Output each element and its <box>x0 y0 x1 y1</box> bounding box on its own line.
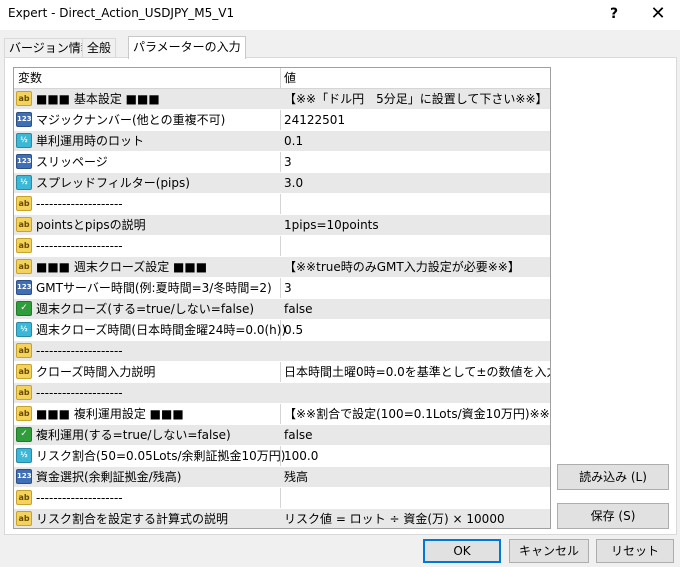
parameter-name: -------------------- <box>36 344 123 358</box>
save-button[interactable]: 保存 (S) <box>557 503 669 529</box>
parameter-row[interactable]: 123 マジックナンバー(他との重複不可) 24122501 <box>14 110 550 131</box>
parameter-name: -------------------- <box>36 491 123 505</box>
parameter-row[interactable]: ab ■■■ 週末クローズ設定 ■■■ 【※※true時のみGMT入力設定が必要※※… <box>14 257 550 278</box>
parameter-value[interactable]: 24122501 <box>284 110 345 130</box>
parameter-row[interactable]: ✓ 複利運用(する=true/しない=false) false <box>14 425 550 446</box>
parameter-value[interactable]: 3 <box>284 278 292 298</box>
string-type-icon: ab <box>16 511 32 526</box>
parameter-value[interactable]: 日本時間土曜0時=0.0を基準として±の数値を入力 <box>284 362 550 382</box>
grid-rows: ab ■■■ 基本設定 ■■■ 【※※「ドル円 5分足」に設置して下さい※※】 123… <box>14 89 550 528</box>
parameter-name: 週末クローズ(する=true/しない=false) <box>36 302 255 316</box>
integer-type-icon: 123 <box>16 280 32 295</box>
string-type-icon: ab <box>16 385 32 400</box>
double-type-icon: ½ <box>16 133 32 148</box>
double-type-icon: ½ <box>16 448 32 463</box>
string-type-icon: ab <box>16 238 32 253</box>
boolean-type-icon: ✓ <box>16 427 32 442</box>
parameter-value[interactable]: 0.5 <box>284 320 303 340</box>
parameter-name: ■■■ 週末クローズ設定 ■■■ <box>36 260 208 274</box>
string-type-icon: ab <box>16 91 32 106</box>
parameter-row[interactable]: ab -------------------- <box>14 236 550 257</box>
column-header-value[interactable]: 値 <box>284 68 296 88</box>
parameter-row[interactable]: ab ■■■ 複利運用設定 ■■■ 【※※割合で設定(100=0.1Lots/資金1… <box>14 404 550 425</box>
grid-header: 変数 値 <box>14 68 550 89</box>
parameter-value[interactable]: false <box>284 299 313 319</box>
parameter-name: マジックナンバー(他との重複不可) <box>36 113 226 127</box>
parameter-name: ■■■ 基本設定 ■■■ <box>36 92 160 106</box>
parameter-value[interactable]: 【※※true時のみGMT入力設定が必要※※】 <box>284 257 520 277</box>
parameter-name: 複利運用(する=true/しない=false) <box>36 428 231 442</box>
parameter-name: -------------------- <box>36 239 123 253</box>
window-title: Expert - Direct_Action_USDJPY_M5_V1 <box>8 6 235 20</box>
parameter-row[interactable]: ab pointsとpipsの説明 1pips=10points <box>14 215 550 236</box>
parameter-value[interactable]: 残高 <box>284 467 308 487</box>
string-type-icon: ab <box>16 343 32 358</box>
parameter-row[interactable]: 123 資金選択(余剰証拠金/残高) 残高 <box>14 467 550 488</box>
close-button[interactable]: ✕ <box>636 0 680 30</box>
parameter-name: 単利運用時のロット <box>36 134 145 148</box>
parameter-value[interactable]: リスク値 = ロット ÷ 資金(万) × 10000 <box>284 509 505 528</box>
parameter-row[interactable]: ab -------------------- <box>14 383 550 404</box>
parameter-name: GMTサーバー時間(例:夏時間=3/冬時間=2) <box>36 281 272 295</box>
parameter-name: pointsとpipsの説明 <box>36 218 146 232</box>
parameter-value[interactable]: 3 <box>284 152 292 172</box>
parameter-row[interactable]: ab リスク割合を設定する計算式の説明 リスク値 = ロット ÷ 資金(万) × 1… <box>14 509 550 528</box>
reset-button[interactable]: リセット <box>596 539 674 563</box>
parameter-row[interactable]: 123 GMTサーバー時間(例:夏時間=3/冬時間=2) 3 <box>14 278 550 299</box>
string-type-icon: ab <box>16 259 32 274</box>
parameter-row[interactable]: ½ スプレッドフィルター(pips) 3.0 <box>14 173 550 194</box>
parameter-name: スリッページ <box>36 155 108 169</box>
column-header-variable[interactable]: 変数 <box>18 68 42 88</box>
parameter-value[interactable]: 100.0 <box>284 446 318 466</box>
integer-type-icon: 123 <box>16 469 32 484</box>
parameter-value[interactable]: false <box>284 425 313 445</box>
parameter-name: -------------------- <box>36 197 123 211</box>
tab-input-parameters[interactable]: パラメーターの入力 <box>128 36 246 59</box>
parameter-value[interactable]: 【※※「ドル円 5分足」に設置して下さい※※】 <box>284 89 548 109</box>
tab-general[interactable]: 全般 <box>82 38 117 58</box>
parameter-row[interactable]: ✓ 週末クローズ(する=true/しない=false) false <box>14 299 550 320</box>
parameter-name: リスク割合(50=0.05Lots/余剰証拠金10万円) <box>36 449 286 463</box>
parameter-value[interactable]: 3.0 <box>284 173 303 193</box>
cancel-button[interactable]: キャンセル <box>509 539 589 563</box>
integer-type-icon: 123 <box>16 112 32 127</box>
parameter-row[interactable]: 123 スリッページ 3 <box>14 152 550 173</box>
parameter-name: -------------------- <box>36 386 123 400</box>
title-bar: Expert - Direct_Action_USDJPY_M5_V1 ? ✕ <box>0 0 680 30</box>
help-button[interactable]: ? <box>592 0 636 30</box>
parameter-value[interactable]: 1pips=10points <box>284 215 379 235</box>
parameter-name: ■■■ 複利運用設定 ■■■ <box>36 407 184 421</box>
string-type-icon: ab <box>16 406 32 421</box>
double-type-icon: ½ <box>16 175 32 190</box>
parameter-name: スプレッドフィルター(pips) <box>36 176 190 190</box>
boolean-type-icon: ✓ <box>16 301 32 316</box>
parameter-grid[interactable]: 変数 値 ab ■■■ 基本設定 ■■■ 【※※「ドル円 5分足」に設置して下さい※… <box>13 67 551 529</box>
double-type-icon: ½ <box>16 322 32 337</box>
parameter-name: クローズ時間入力説明 <box>36 365 156 379</box>
parameter-row[interactable]: ab クローズ時間入力説明 日本時間土曜0時=0.0を基準として±の数値を入力 <box>14 362 550 383</box>
parameter-row[interactable]: ½ リスク割合(50=0.05Lots/余剰証拠金10万円) 100.0 <box>14 446 550 467</box>
parameter-row[interactable]: ab -------------------- <box>14 488 550 509</box>
integer-type-icon: 123 <box>16 154 32 169</box>
parameter-row[interactable]: ½ 単利運用時のロット 0.1 <box>14 131 550 152</box>
parameter-name: リスク割合を設定する計算式の説明 <box>36 512 229 526</box>
ok-button[interactable]: OK <box>423 539 501 563</box>
string-type-icon: ab <box>16 196 32 211</box>
parameter-value[interactable]: 0.1 <box>284 131 303 151</box>
parameter-row[interactable]: ab -------------------- <box>14 341 550 362</box>
string-type-icon: ab <box>16 364 32 379</box>
string-type-icon: ab <box>16 217 32 232</box>
load-button[interactable]: 読み込み (L) <box>557 464 669 490</box>
parameter-name: 資金選択(余剰証拠金/残高) <box>36 470 182 484</box>
parameter-name: 週末クローズ時間(日本時間金曜24時=0.0(h)) <box>36 323 287 337</box>
parameter-value[interactable]: 【※※割合で設定(100=0.1Lots/資金10万円)※※】 <box>284 404 550 424</box>
string-type-icon: ab <box>16 490 32 505</box>
parameter-row[interactable]: ab -------------------- <box>14 194 550 215</box>
parameter-row[interactable]: ½ 週末クローズ時間(日本時間金曜24時=0.0(h)) 0.5 <box>14 320 550 341</box>
parameter-row[interactable]: ab ■■■ 基本設定 ■■■ 【※※「ドル円 5分足」に設置して下さい※※】 <box>14 89 550 110</box>
